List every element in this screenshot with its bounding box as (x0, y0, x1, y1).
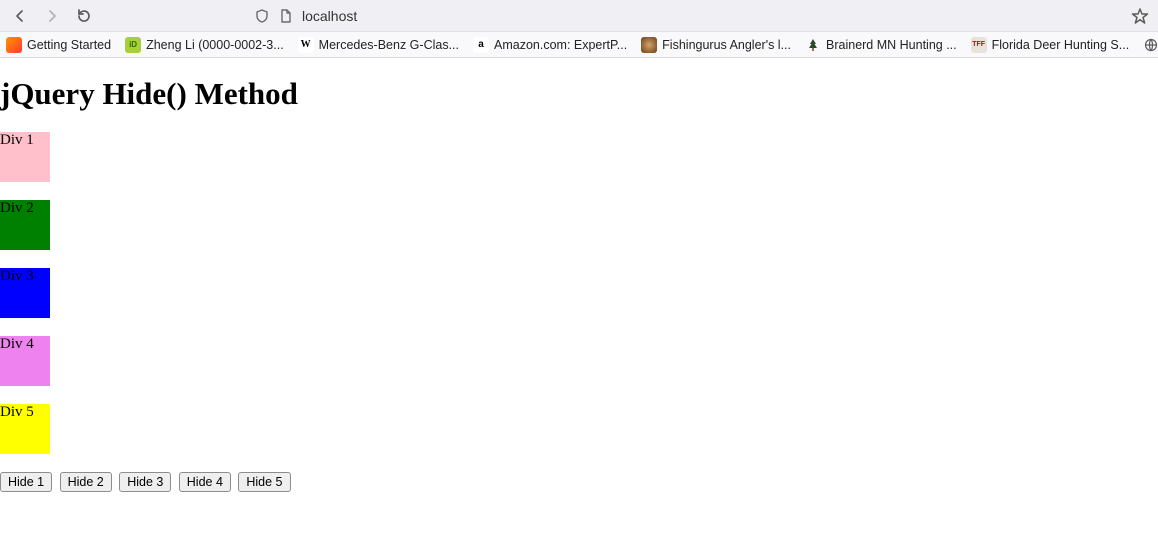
hide-4-button[interactable]: Hide 4 (179, 472, 231, 492)
bookmark-item[interactable]: Getting Started (6, 37, 111, 53)
bookmark-item[interactable]: TFF Florida Deer Hunting S... (971, 37, 1130, 53)
div-label: Div 1 (0, 132, 34, 148)
div-label: Div 5 (0, 404, 34, 420)
bookmark-item[interactable]: Brainerd MN Hunting ... (805, 37, 957, 53)
div-label: Div 4 (0, 336, 34, 352)
bookmarks-bar: Getting Started iD Zheng Li (0000-0002-3… (0, 32, 1158, 58)
bookmark-label: Florida Deer Hunting S... (992, 38, 1130, 52)
bookmark-label: Amazon.com: ExpertP... (494, 38, 627, 52)
bookmark-item[interactable]: W Mercedes-Benz G-Clas... (298, 37, 459, 53)
page-icon (278, 8, 294, 24)
globe-icon (1143, 37, 1158, 53)
div-box-3: Div 3 (0, 268, 50, 318)
div-box-5: Div 5 (0, 404, 50, 454)
browser-toolbar: localhost (0, 0, 1158, 32)
reload-button[interactable] (74, 6, 94, 26)
hide-3-button[interactable]: Hide 3 (119, 472, 171, 492)
favicon-icon: TFF (971, 37, 987, 53)
bookmark-label: Zheng Li (0000-0002-3... (146, 38, 284, 52)
div-box-1: Div 1 (0, 132, 50, 182)
bookmark-star-icon[interactable] (1130, 6, 1150, 26)
favicon-icon (6, 37, 22, 53)
page-title: jQuery Hide() Method (0, 76, 1158, 112)
url-text[interactable]: localhost (302, 8, 357, 24)
address-bar[interactable]: localhost (254, 8, 357, 24)
shield-icon (254, 8, 270, 24)
bookmark-label: Brainerd MN Hunting ... (826, 38, 957, 52)
back-button[interactable] (10, 6, 30, 26)
favicon-icon: W (298, 37, 314, 53)
div-label: Div 3 (0, 268, 34, 284)
bookmark-item[interactable]: Fishingurus Angler's l... (641, 37, 791, 53)
div-label: Div 2 (0, 200, 34, 216)
nav-icon-group (6, 6, 94, 26)
favicon-icon (641, 37, 657, 53)
div-box-4: Div 4 (0, 336, 50, 386)
bookmark-label: Mercedes-Benz G-Clas... (319, 38, 459, 52)
bookmark-item[interactable]: Another res (1143, 37, 1158, 53)
forward-button[interactable] (42, 6, 62, 26)
bookmark-item[interactable]: a Amazon.com: ExpertP... (473, 37, 627, 53)
hide-5-button[interactable]: Hide 5 (238, 472, 290, 492)
bookmark-label: Fishingurus Angler's l... (662, 38, 791, 52)
bookmark-label: Getting Started (27, 38, 111, 52)
favicon-icon: iD (125, 37, 141, 53)
bookmark-item[interactable]: iD Zheng Li (0000-0002-3... (125, 37, 284, 53)
tree-icon (805, 37, 821, 53)
div-box-2: Div 2 (0, 200, 50, 250)
hide-1-button[interactable]: Hide 1 (0, 472, 52, 492)
hide-2-button[interactable]: Hide 2 (60, 472, 112, 492)
page-content: jQuery Hide() Method Div 1 Div 2 Div 3 D… (0, 76, 1158, 492)
favicon-icon: a (473, 37, 489, 53)
button-row: Hide 1 Hide 2 Hide 3 Hide 4 Hide 5 (0, 472, 1158, 492)
